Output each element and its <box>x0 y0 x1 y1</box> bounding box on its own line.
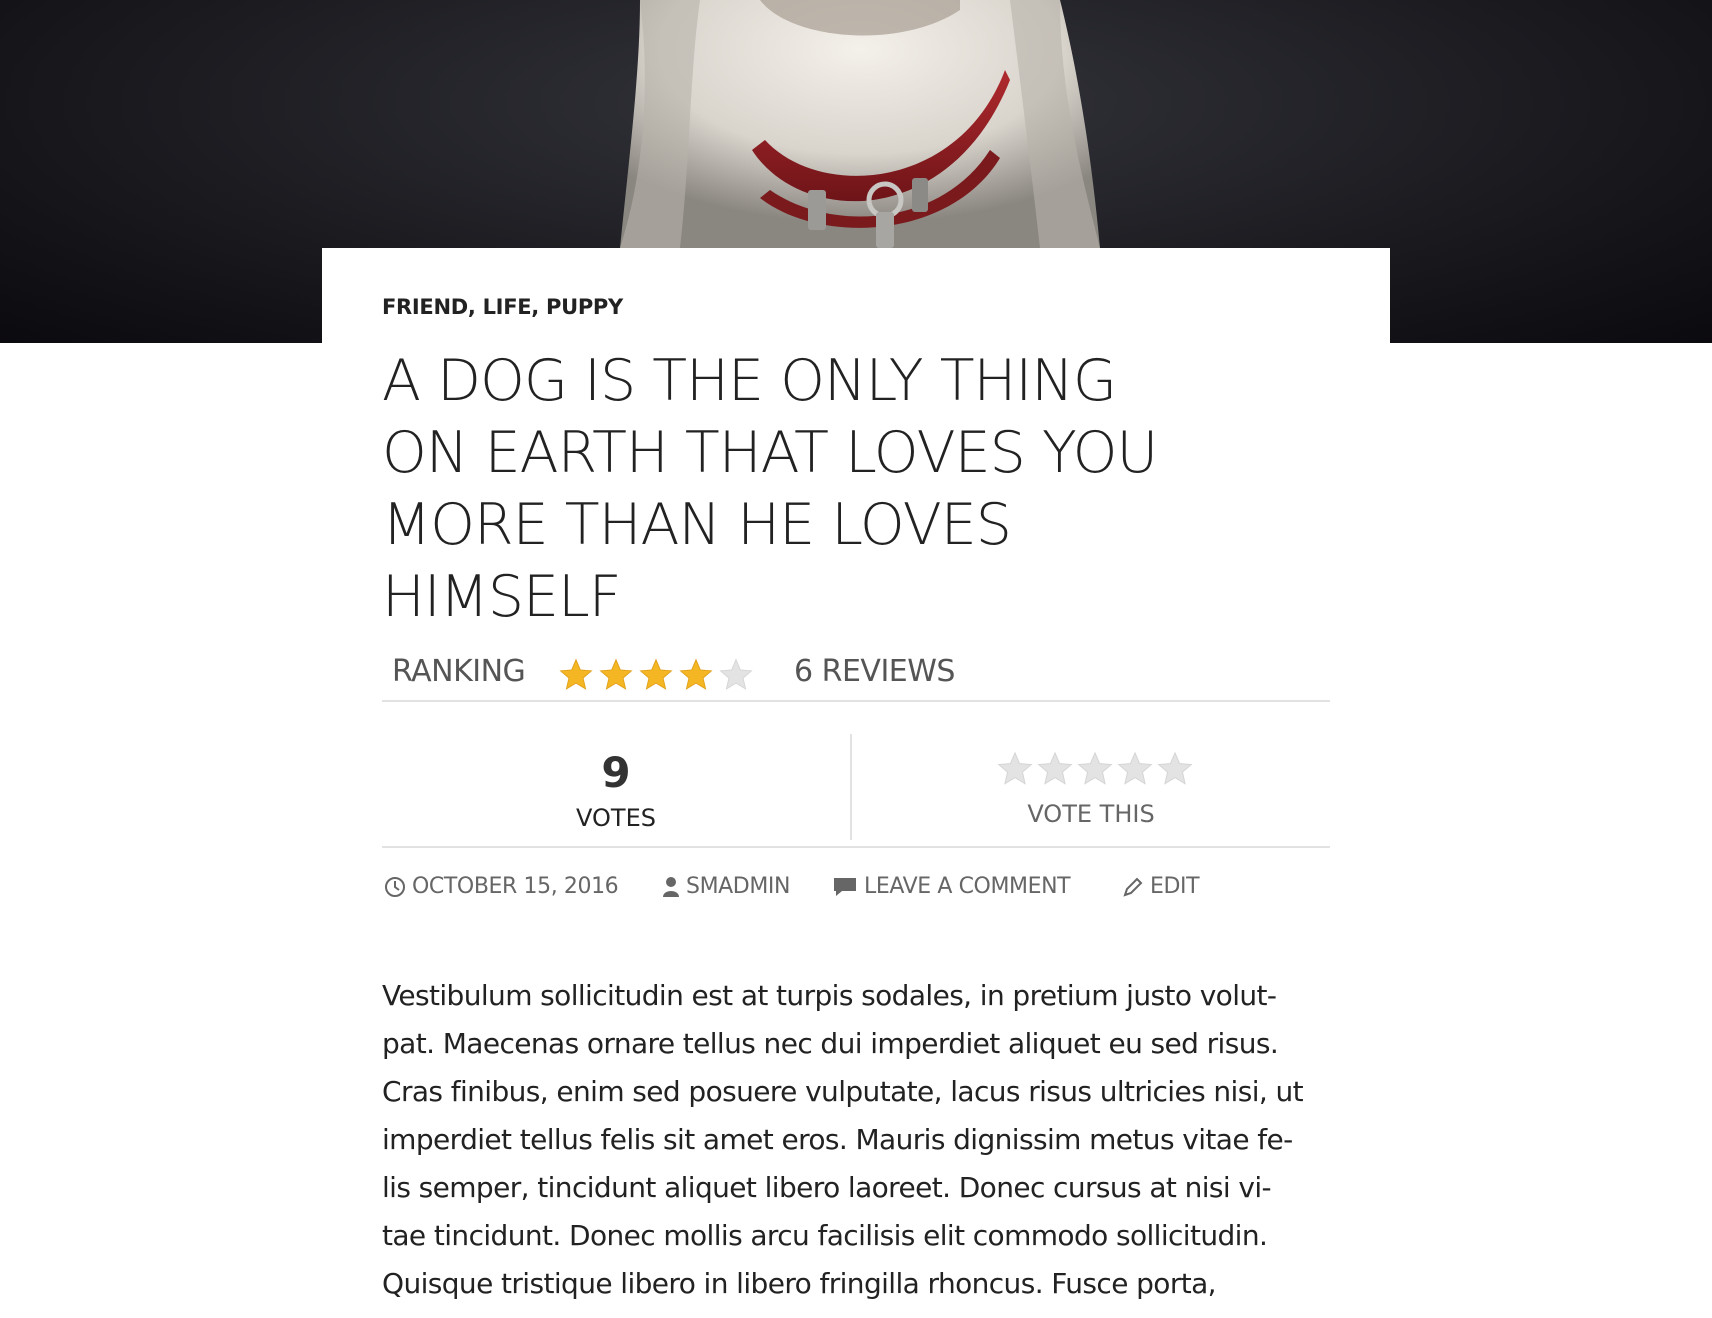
post-title-line: A DOG IS THE ONLY THING <box>382 348 1117 414</box>
vote-star-4[interactable] <box>1116 750 1154 788</box>
post-title-line: ON EARTH THAT LOVES YOU <box>382 420 1158 486</box>
votes-summary: 9 VOTES <box>382 734 850 846</box>
vote-stars <box>996 750 1196 788</box>
post-title-line: HIMSELF <box>382 564 622 630</box>
post-author-link[interactable]: SMADMIN <box>686 874 790 899</box>
post-edit: EDIT <box>1122 874 1200 899</box>
vote-star-5[interactable] <box>1156 750 1194 788</box>
post-categories: FRIEND, LIFE, PUPPY <box>382 295 623 319</box>
leave-comment-link[interactable]: LEAVE A COMMENT <box>864 874 1071 899</box>
body-line: lis semper, tincidunt aliquet libero lao… <box>382 1171 1272 1204</box>
post-comments: LEAVE A COMMENT <box>832 874 1071 899</box>
post-title-line: MORE THAN HE LOVES <box>382 492 1012 558</box>
category-separator: , <box>531 295 546 319</box>
body-line: Quisque tristique libero in libero fring… <box>382 1267 1217 1300</box>
vote-this-label: VOTE THIS <box>1027 800 1155 828</box>
vote-star-3[interactable] <box>1076 750 1114 788</box>
comment-icon <box>834 877 856 896</box>
vote-star-2[interactable] <box>1036 750 1074 788</box>
user-icon <box>663 876 679 897</box>
body-line: pat. Maecenas ornare tellus nec dui impe… <box>382 1027 1279 1060</box>
vote-star-1[interactable] <box>996 750 1034 788</box>
ranking-bar: RANKING 6 REVIEWS <box>382 654 1330 702</box>
reviews-count: 6 REVIEWS <box>794 654 955 689</box>
star-filled-icon <box>639 658 673 690</box>
post-meta: OCTOBER 15, 2016 SMADMIN LEAVE A COMMENT… <box>382 874 1330 910</box>
category-link-friend[interactable]: FRIEND <box>382 295 468 319</box>
body-line: Vestibulum sollicitudin est at turpis so… <box>382 979 1277 1012</box>
clock-icon <box>385 876 405 897</box>
body-line: Cras finibus, enim sed posuere vulputate… <box>382 1075 1304 1108</box>
post-date: OCTOBER 15, 2016 <box>384 874 619 899</box>
edit-link[interactable]: EDIT <box>1150 874 1200 899</box>
vote-this-widget: VOTE THIS <box>852 734 1330 846</box>
body-line: tae tincidunt. Donec mollis arcu facilis… <box>382 1219 1268 1252</box>
star-filled-icon <box>559 658 593 690</box>
star-filled-icon <box>679 658 713 690</box>
category-link-puppy[interactable]: PUPPY <box>546 295 623 319</box>
star-filled-icon <box>599 658 633 690</box>
star-empty-icon <box>719 658 753 690</box>
ranking-label: RANKING <box>392 654 526 689</box>
post-body: Vestibulum sollicitudin est at turpis so… <box>382 972 1330 1308</box>
category-link-life[interactable]: LIFE <box>483 295 532 319</box>
post-date-link[interactable]: OCTOBER 15, 2016 <box>412 874 619 899</box>
post-author: SMADMIN <box>662 874 790 899</box>
ranking-stars <box>558 657 758 693</box>
category-separator: , <box>467 295 483 319</box>
votes-count: 9 <box>601 748 631 797</box>
votes-label: VOTES <box>576 804 656 832</box>
pencil-icon <box>1123 877 1143 897</box>
post-title: A DOG IS THE ONLY THING ON EARTH THAT LO… <box>382 345 1282 633</box>
votes-row: 9 VOTES VOTE THIS <box>382 734 1330 848</box>
body-line: imperdiet tellus felis sit amet eros. Ma… <box>382 1123 1293 1156</box>
